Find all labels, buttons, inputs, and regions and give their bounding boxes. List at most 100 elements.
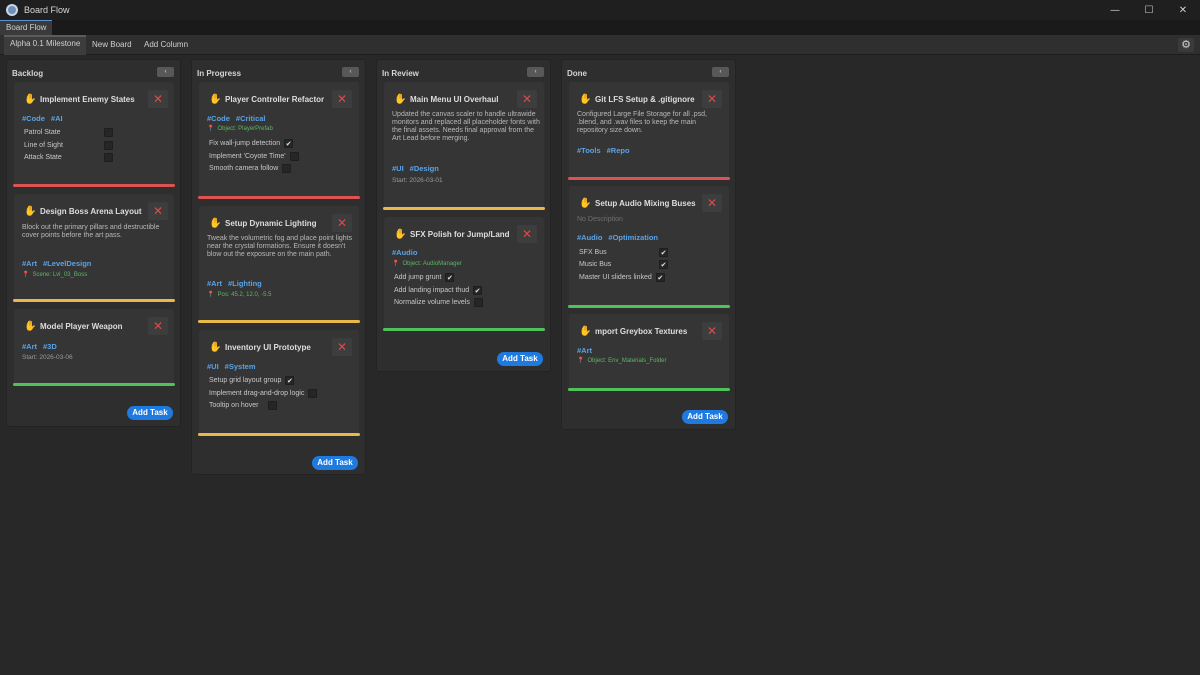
tag[interactable]: #Critical — [236, 114, 266, 123]
subtask-checkbox[interactable] — [308, 389, 318, 398]
tag[interactable]: #Repo — [607, 146, 630, 155]
board-tab-alpha[interactable]: Alpha 0.1 Milestone — [4, 35, 87, 55]
subtask-checkbox[interactable] — [104, 141, 113, 150]
delete-card-icon[interactable]: ✕ — [148, 317, 168, 335]
subtask-checkbox[interactable] — [473, 298, 483, 307]
collapse-column-button[interactable]: ‹ — [527, 67, 544, 77]
subtask-checkbox[interactable] — [104, 128, 113, 137]
subtask-checkbox-checked[interactable]: ✔ — [659, 260, 668, 269]
delete-card-icon[interactable]: ✕ — [517, 225, 537, 243]
task-card[interactable]: ✋ Inventory UI Prototype ✕ #UI #System Se… — [198, 330, 360, 436]
collapse-column-button[interactable]: ‹ — [712, 67, 729, 77]
task-card[interactable]: ✋ mport Greybox Textures ✕ #Art 📍 Object:… — [568, 314, 730, 391]
task-card[interactable]: ✋ SFX Polish for Jump/Land ✕ #Audio 📍 Obj… — [383, 217, 545, 331]
drag-handle-icon[interactable]: ✋ — [209, 342, 221, 353]
subtask-checkbox-checked[interactable]: ✔ — [473, 286, 483, 295]
add-task-button[interactable]: Add Task — [127, 406, 173, 420]
drag-handle-icon[interactable]: ✋ — [394, 94, 406, 105]
subtask-label: Smooth camera follow — [209, 165, 279, 172]
priority-bar-green — [383, 328, 545, 331]
tag[interactable]: #LevelDesign — [43, 259, 91, 268]
add-task-button[interactable]: Add Task — [312, 456, 358, 470]
drag-handle-icon[interactable]: ✋ — [209, 218, 221, 229]
task-card[interactable]: ✋ Model Player Weapon ✕ #Art #3D Start: 2… — [13, 309, 175, 386]
drag-handle-icon[interactable]: ✋ — [579, 198, 591, 209]
task-card[interactable]: ✋ Setup Dynamic Lighting ✕ Tweak the vol… — [198, 206, 360, 323]
collapse-column-button[interactable]: ‹ — [157, 67, 174, 77]
subtask-checkbox-checked[interactable]: ✔ — [655, 273, 665, 282]
drag-handle-icon[interactable]: ✋ — [24, 321, 36, 332]
task-card[interactable]: ✋ Design Boss Arena Layout ✕ Block out t… — [13, 194, 175, 302]
task-card[interactable]: ✋ Implement Enemy States ✕ #Code #AI Patr… — [13, 82, 175, 187]
meta-text: Object: AudioManager — [402, 261, 462, 267]
card-title: mport Greybox Textures — [595, 327, 688, 336]
task-card[interactable]: ✋ Setup Audio Mixing Buses ✕ No Descript… — [568, 186, 730, 308]
subtask-checkbox[interactable] — [104, 153, 113, 162]
new-board-button[interactable]: New Board — [86, 35, 138, 55]
tag[interactable]: #3D — [43, 342, 57, 351]
tag[interactable]: #Art — [22, 342, 37, 351]
delete-card-icon[interactable]: ✕ — [702, 194, 722, 212]
add-column-button[interactable]: Add Column — [138, 35, 194, 55]
minimize-button[interactable]: — — [1098, 0, 1132, 20]
subtask-label: SFX Bus — [579, 249, 607, 256]
tag[interactable]: #Design — [410, 164, 439, 173]
card-description: Tweak the volumetric fog and place point… — [207, 235, 353, 258]
tag[interactable]: #UI — [392, 164, 404, 173]
subtask-checkbox[interactable] — [289, 152, 299, 161]
card-meta: 📍 Pos: 45.2, 12.0, -5.5 — [207, 291, 272, 298]
delete-card-icon[interactable]: ✕ — [148, 90, 168, 108]
drag-handle-icon[interactable]: ✋ — [579, 326, 591, 337]
document-tab[interactable]: Board Flow — [0, 20, 53, 35]
delete-card-icon[interactable]: ✕ — [332, 90, 352, 108]
tag[interactable]: #AI — [51, 114, 63, 123]
subtask-row: Setup grid layout group ✔ — [209, 375, 295, 386]
subtask-checkbox-checked[interactable]: ✔ — [284, 139, 294, 148]
tag[interactable]: #UI — [207, 362, 219, 371]
task-card[interactable]: ✋ Player Controller Refactor ✕ #Code #Cri… — [198, 82, 360, 199]
tag[interactable]: #Code — [207, 114, 230, 123]
subtask-checkbox-checked[interactable]: ✔ — [659, 248, 668, 257]
subtask-row: Normalize volume levels — [394, 297, 483, 308]
priority-bar-yellow — [13, 299, 175, 302]
close-button[interactable]: ✕ — [1166, 0, 1200, 20]
subtask-row: Attack State — [24, 152, 120, 163]
card-title: Main Menu UI Overhaul — [410, 95, 499, 104]
drag-handle-icon[interactable]: ✋ — [394, 229, 406, 240]
delete-card-icon[interactable]: ✕ — [332, 214, 352, 232]
drag-handle-icon[interactable]: ✋ — [209, 94, 221, 105]
collapse-column-button[interactable]: ‹ — [342, 67, 359, 77]
delete-card-icon[interactable]: ✕ — [332, 338, 352, 356]
tag[interactable]: #Tools — [577, 146, 601, 155]
tag[interactable]: #Code — [22, 114, 45, 123]
priority-bar-yellow — [383, 207, 545, 210]
delete-card-icon[interactable]: ✕ — [702, 322, 722, 340]
add-task-button[interactable]: Add Task — [682, 410, 728, 424]
tag[interactable]: #Art — [207, 279, 222, 288]
subtask-checkbox[interactable] — [268, 401, 278, 410]
tag[interactable]: #Art — [577, 346, 592, 355]
tag[interactable]: #Audio — [577, 233, 602, 242]
tag[interactable]: #Optimization — [608, 233, 658, 242]
subtask-checkbox-checked[interactable]: ✔ — [445, 273, 455, 282]
delete-card-icon[interactable]: ✕ — [517, 90, 537, 108]
gear-icon[interactable]: ⚙ — [1178, 38, 1194, 52]
card-tags: #Art #LevelDesign — [22, 259, 97, 268]
maximize-button[interactable]: ☐ — [1132, 0, 1166, 20]
add-task-button[interactable]: Add Task — [497, 352, 543, 366]
subtask-checkbox[interactable] — [282, 164, 292, 173]
tag[interactable]: #System — [225, 362, 256, 371]
card-tags: #Art #Lighting — [207, 279, 268, 288]
drag-handle-icon[interactable]: ✋ — [24, 94, 36, 105]
task-card[interactable]: ✋ Git LFS Setup & .gitignore ✕ Configure… — [568, 82, 730, 180]
delete-card-icon[interactable]: ✕ — [702, 90, 722, 108]
task-card[interactable]: ✋ Main Menu UI Overhaul ✕ Updated the ca… — [383, 82, 545, 210]
tag[interactable]: #Art — [22, 259, 37, 268]
tag[interactable]: #Lighting — [228, 279, 262, 288]
card-title: Design Boss Arena Layout — [40, 207, 142, 216]
delete-card-icon[interactable]: ✕ — [148, 202, 168, 220]
subtask-checkbox-checked[interactable]: ✔ — [285, 376, 295, 385]
drag-handle-icon[interactable]: ✋ — [24, 206, 36, 217]
tag[interactable]: #Audio — [392, 248, 417, 257]
drag-handle-icon[interactable]: ✋ — [579, 94, 591, 105]
